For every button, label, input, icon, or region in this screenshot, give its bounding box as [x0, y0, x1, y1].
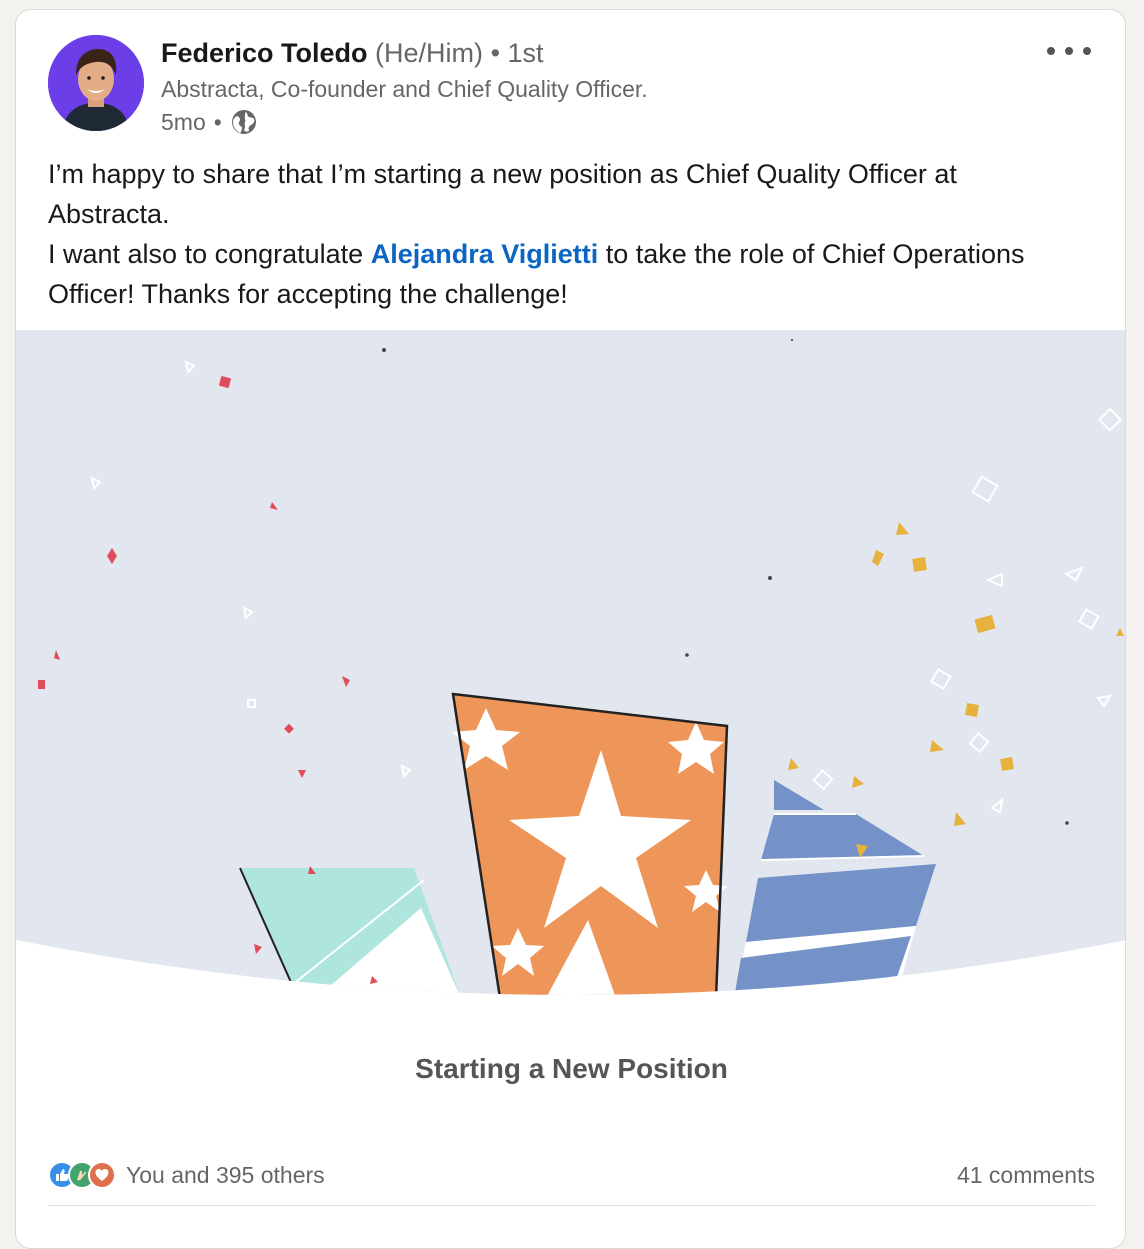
- post-card: Federico Toledo (He/Him) • 1st Abstracta…: [15, 9, 1126, 1249]
- reaction-icons: [48, 1161, 116, 1189]
- reactions-summary[interactable]: You and 395 others: [48, 1161, 325, 1189]
- ellipsis-dot: [1047, 47, 1055, 55]
- connection-degree: • 1st: [490, 38, 544, 68]
- ellipsis-dot: [1083, 47, 1091, 55]
- post-text-before-mention: I want also to congratulate: [48, 239, 371, 269]
- banner-caption: Starting a New Position: [415, 1053, 728, 1084]
- author-avatar[interactable]: [48, 35, 144, 131]
- post-meta: 5mo •: [161, 108, 258, 136]
- post-text-line-2: I want also to congratulate Alejandra Vi…: [48, 234, 1078, 314]
- post-body: I’m happy to share that I’m starting a n…: [48, 154, 1078, 314]
- reactions-count: You and 395 others: [126, 1161, 325, 1188]
- mention-link[interactable]: Alejandra Viglietti: [371, 239, 599, 269]
- meta-separator: •: [213, 108, 222, 135]
- author-headline: Abstracta, Co-founder and Chief Quality …: [161, 76, 648, 102]
- globe-icon: [230, 108, 258, 136]
- footer-divider: [48, 1205, 1095, 1206]
- ellipsis-dot: [1065, 47, 1073, 55]
- more-options-button[interactable]: [1047, 40, 1091, 62]
- post-text-line-1: I’m happy to share that I’m starting a n…: [48, 159, 957, 229]
- social-counts: You and 395 others 41 comments: [48, 1157, 1095, 1193]
- author-line: Federico Toledo (He/Him) • 1st: [161, 38, 544, 69]
- author-pronouns: (He/Him): [375, 38, 484, 68]
- comments-count-link[interactable]: 41 comments: [957, 1162, 1095, 1189]
- orange-party-hat: [451, 692, 729, 995]
- new-position-banner[interactable]: [16, 330, 1125, 998]
- post-time: 5mo: [161, 108, 206, 135]
- love-icon: [88, 1161, 116, 1189]
- author-name[interactable]: Federico Toledo: [161, 38, 368, 68]
